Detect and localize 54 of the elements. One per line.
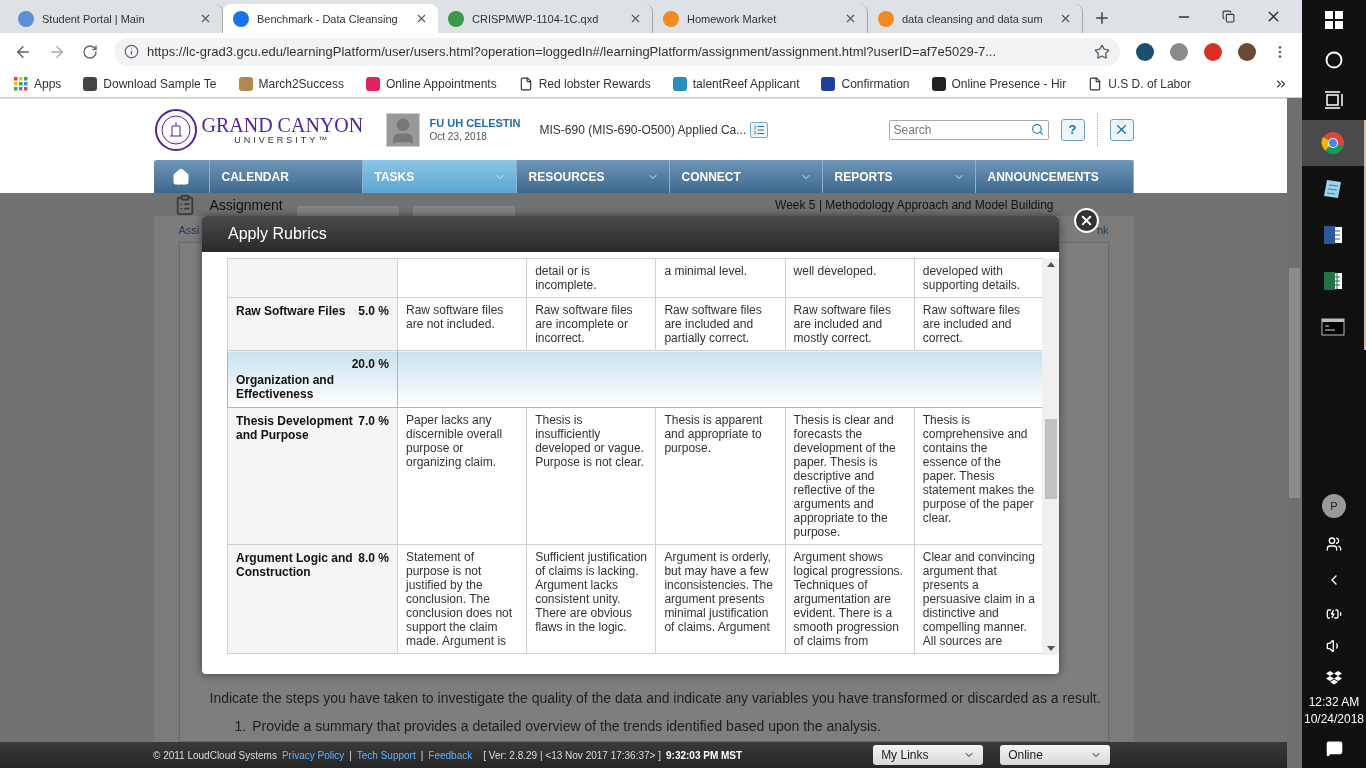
- user-name[interactable]: FU UH CELESTIN: [429, 117, 540, 129]
- dropdown[interactable]: Online: [1000, 745, 1111, 765]
- bookmark[interactable]: Download Sample Te: [83, 76, 217, 91]
- criterion-cell: Argument Logic and Construction 8.0 %: [227, 544, 398, 654]
- bookmark[interactable]: Online Appointments: [365, 76, 497, 91]
- rubric-cell[interactable]: Argument shows logical progressions. Techniques of argumentation are evident. There is a smooth progression of claims from: [785, 544, 915, 654]
- separator-text: |: [349, 749, 352, 761]
- page-title: Assignment: [209, 196, 283, 213]
- bookmark[interactable]: Confirmation: [821, 76, 910, 91]
- rubric-cell[interactable]: Sufficient justification of claims is lacking. Argument lacks consistent unity. There are obvious flaws in the logic.: [526, 544, 656, 654]
- bookmark[interactable]: Apps: [14, 76, 62, 91]
- copyright-text: © 2011 LoudCloud Systems: [153, 749, 277, 761]
- user-avatar[interactable]: P: [1322, 494, 1346, 518]
- criterion-cell: Raw Software Files 5.0 %: [227, 297, 398, 351]
- version-text: [ Ver: 2.8.29 | <13 Nov 2017 17:36:37> ]: [483, 749, 661, 761]
- rubric-cell[interactable]: Argument is orderly, but may have a few inconsistencies. The argument presents minimal justification of claims. Argument: [655, 544, 786, 654]
- bookmark[interactable]: March2Success: [238, 76, 344, 91]
- bookmark[interactable]: Online Presence - Hir: [931, 76, 1067, 91]
- dialog-title: Apply Rubrics: [202, 216, 1059, 252]
- bookmark[interactable]: talentReef Applicant: [672, 76, 800, 91]
- rubric-cell[interactable]: a minimal level.: [655, 258, 786, 298]
- address-bar[interactable]: https://lc-grad3.gcu.edu/learningPlatform/user/users.html?operation=loggedIn#/learningPlatform/assignment/assignment.html?userID=af7e5029-7...: [114, 37, 1120, 66]
- rubric-cell[interactable]: Raw software files are included and mostly correct.: [785, 297, 915, 351]
- section-cell: 20.0 % Organization and Effectiveness: [227, 350, 398, 408]
- rubric-cell[interactable]: Paper lacks any discernible overall purpose or organizing claim.: [397, 407, 527, 545]
- server-time: 9:32:03 PM MST: [666, 749, 743, 761]
- bookmark[interactable]: U.S D. of Labor: [1088, 76, 1191, 91]
- separator-text: |: [420, 749, 424, 761]
- rubric-cell[interactable]: Raw software files are incomplete or incorrect.: [526, 297, 656, 351]
- clock-time[interactable]: 12:32 AM: [1308, 694, 1360, 711]
- footer-link[interactable]: Tech Support: [356, 749, 416, 761]
- week-title: Week 5 | Methodology Approach and Model Building: [775, 197, 1054, 212]
- footer-link[interactable]: Feedback: [428, 749, 473, 761]
- help-button[interactable]: ?: [1060, 118, 1085, 141]
- clock-date[interactable]: 10/24/2018: [1303, 711, 1365, 728]
- browser-tab[interactable]: Benchmark - Data Cleansing: [223, 4, 438, 33]
- instructions-text: Indicate the steps you have taken to investigate the quality of the data and indicate any variables you have transformed or discarded as a result.: [209, 690, 1102, 706]
- rubric-cell[interactable]: well developed.: [785, 258, 915, 298]
- rubric-cell[interactable]: Raw software files are not included.: [397, 297, 527, 351]
- rubric-cell[interactable]: Thesis is apparent and appropriate to purpose.: [655, 407, 786, 545]
- search-field[interactable]: Search: [888, 119, 1049, 140]
- course-title: MIS-690 (MIS-690-O500) Applied Ca...: [539, 122, 747, 137]
- footer-link[interactable]: Privacy Policy: [281, 749, 345, 761]
- rubric-cell[interactable]: Raw software files are included and partially correct.: [655, 297, 786, 351]
- dropdown[interactable]: My Links: [873, 745, 984, 765]
- rubric-cell[interactable]: Thesis is clear and forecasts the development of the paper. Thesis is descriptive and reflective of the arguments and appropriate to the purpose.: [785, 407, 915, 545]
- rubric-cell[interactable]: Thesis is insufficiently developed or vague. Purpose is not clear.: [526, 407, 656, 545]
- rubric-cell[interactable]: Statement of purpose is not justified by the conclusion. The conclusion does not support the claim made. Argument is: [397, 544, 527, 654]
- date-text: Oct 23, 2018: [429, 131, 488, 142]
- step-text: 1. Provide a summary that provides a detailed overview of the trends identified based upon the analysis.: [234, 718, 882, 734]
- university-logo: GRAND CANYON UNIVERSITY™: [153, 107, 386, 152]
- rubric-cell[interactable]: detail or is incomplete.: [526, 258, 656, 298]
- bookmark[interactable]: Red lobster Rewards: [518, 76, 651, 91]
- criterion-cell: Thesis Development and Purpose 7.0 %: [227, 407, 398, 545]
